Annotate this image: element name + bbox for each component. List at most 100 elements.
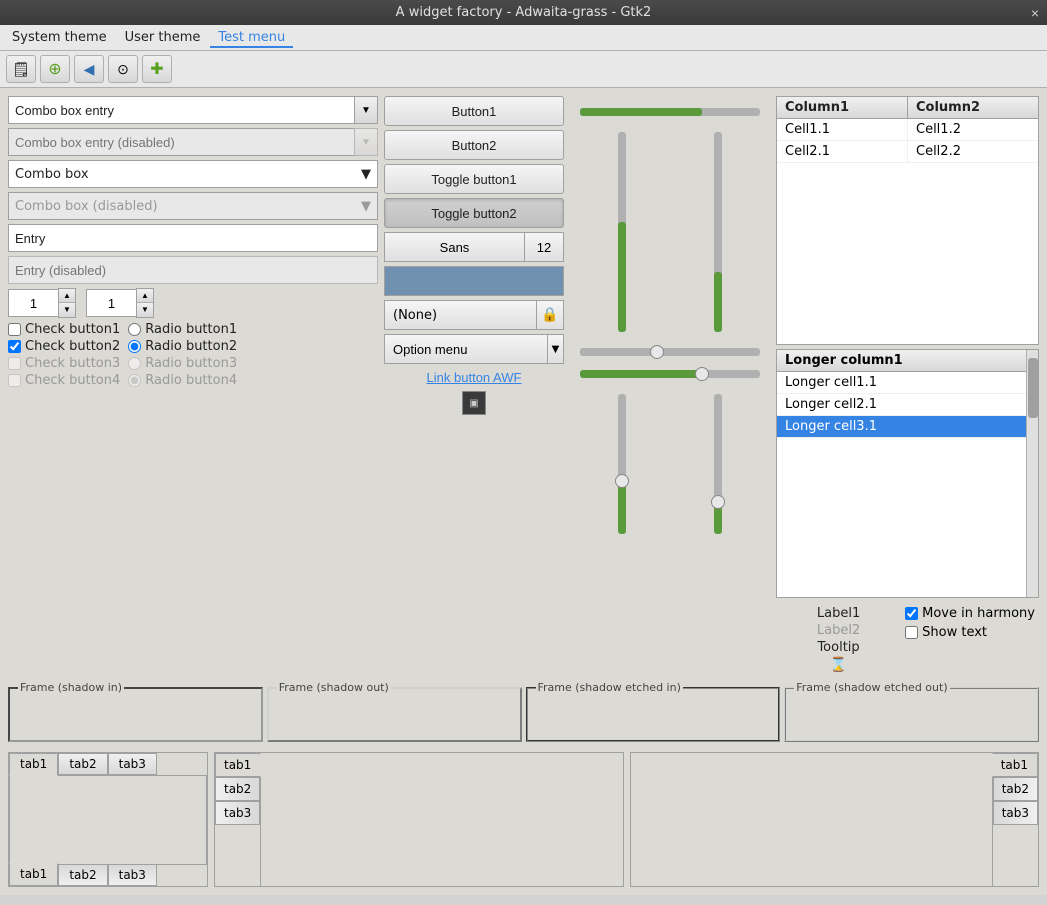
spinner-1-up[interactable]: ▲ [59,289,75,303]
toolbar-btn-5[interactable]: ✚ [142,55,172,83]
tab-widget-1-bot-tab2[interactable]: tab2 [58,864,107,886]
v-slider-2-fill [714,272,722,332]
h-slider-2-track[interactable] [580,348,760,356]
tab-widget-3-tab3[interactable]: tab3 [993,801,1038,825]
menu-user-theme[interactable]: User theme [117,27,209,48]
close-button[interactable]: × [1031,6,1039,20]
entry-input[interactable] [8,224,378,252]
tab-widget-1-tab2[interactable]: tab2 [58,753,107,775]
tab-widget-2-tab1[interactable]: tab1 [215,753,261,777]
tree-col-header-2[interactable]: Column2 [908,97,1038,118]
show-text-label[interactable]: Show text [905,625,1035,640]
tree-view-2-header[interactable]: Longer column1 [777,350,1026,372]
toolbar-btn-1[interactable]: 🗒 [6,55,36,83]
tree-cell-1-1: Cell1.1 [777,119,908,140]
combo-box-2-disabled: Combo box (disabled) ▼ [8,192,378,220]
tree-row-2[interactable]: Cell2.1 Cell2.2 [777,141,1038,163]
radio-button-1[interactable] [128,323,141,336]
tab-widget-3-tab2[interactable]: tab2 [993,777,1038,801]
menubar: System theme User theme Test menu [0,25,1047,51]
radio-button-2-label[interactable]: Radio button2 [128,339,237,354]
check-button-2-label[interactable]: Check button2 [8,339,120,354]
scrollbar-thumb[interactable] [1028,358,1038,418]
tab-widget-1-tab3[interactable]: tab3 [108,753,157,775]
check-button-1-label[interactable]: Check button1 [8,322,120,337]
spinner-2-down[interactable]: ▼ [137,303,153,317]
tab-widget-3-content [631,753,992,886]
v-slider-1-fill [618,222,626,332]
font-name-button[interactable]: Sans [384,232,524,262]
frame-shadow-in-label: Frame (shadow in) [18,681,124,694]
menu-test-menu[interactable]: Test menu [210,27,293,48]
tab-widget-1-tab1[interactable]: tab1 [9,753,58,776]
tab-widget-1-top-bar: tab1 tab2 tab3 [9,753,207,775]
combo-box-entry-input[interactable] [8,96,354,124]
spinner-1-down[interactable]: ▼ [59,303,75,317]
radio-button-2[interactable] [128,340,141,353]
show-text-checkbox[interactable] [905,626,918,639]
combo-lock-icon[interactable]: 🔒 [536,300,564,330]
small-icon-button[interactable]: ▣ [462,391,486,415]
tree-view-2-row-3[interactable]: Longer cell3.1 [777,416,1026,438]
spinner-1-input[interactable] [8,289,58,317]
combo-none-label[interactable]: (None) [384,300,536,330]
option-menu-button[interactable]: Option menu [384,334,548,364]
button-2[interactable]: Button2 [384,130,564,160]
v-slider-4-track[interactable] [714,394,722,534]
tab-widget-1-bot-tab3[interactable]: tab3 [108,864,157,886]
top-section: ▼ ▼ Combo box ▼ Combo box (disabled) ▼ [8,96,1039,677]
spinner-2-up[interactable]: ▲ [137,289,153,303]
v-slider-1-track[interactable] [618,132,626,332]
check-button-2[interactable] [8,340,21,353]
combo-with-icon: (None) 🔒 [384,300,564,330]
h-slider-3-track[interactable] [580,370,760,378]
font-size-button[interactable]: 12 [524,232,564,262]
option-menu-arrow[interactable]: ▼ [548,334,564,364]
tab-widget-1-bottom-bar: tab1 tab2 tab3 [9,864,207,886]
menu-system-theme[interactable]: System theme [4,27,115,48]
spinner-2: ▲ ▼ [86,288,154,318]
tab-widget-2-tab3[interactable]: tab3 [215,801,260,825]
v-slider-3-thumb[interactable] [615,474,629,488]
h-slider-2-thumb[interactable] [650,345,664,359]
radio-button-1-label[interactable]: Radio button1 [128,322,237,337]
move-harmony-checkbox[interactable] [905,607,918,620]
check-button-1[interactable] [8,323,21,336]
check-button-3 [8,357,21,370]
tab-widget-1-bot-tab1[interactable]: tab1 [9,863,58,886]
v-slider-2-track[interactable] [714,132,722,332]
clipboard-icon: 🗒 [12,61,30,78]
tree-view-1-header: Column1 Column2 [777,97,1038,119]
frame-shadow-in: Frame (shadow in) [8,687,263,742]
combo-box-1[interactable]: Combo box ▼ [8,160,378,188]
font-selector: Sans 12 [384,232,564,262]
toolbar-btn-3[interactable]: ◀ [74,55,104,83]
tree-col-header-1[interactable]: Column1 [777,97,908,118]
v-slider-4-thumb[interactable] [711,495,725,509]
labels-area: Label1 Label2 Tooltip ⌛ [776,602,901,677]
tree-view-2-row-2[interactable]: Longer cell2.1 [777,394,1026,416]
tree-view-2-row-1[interactable]: Longer cell1.1 [777,372,1026,394]
h-slider-3-thumb[interactable] [695,367,709,381]
scrollbar-v[interactable] [1026,350,1038,597]
toggle-button-2[interactable]: Toggle button2 [384,198,564,228]
color-button[interactable] [384,266,564,296]
link-button[interactable]: Link button AWF [384,368,564,387]
spinner-2-buttons: ▲ ▼ [136,288,154,318]
tab-widget-2-tab2[interactable]: tab2 [215,777,260,801]
v-slider-3-track[interactable] [618,394,626,534]
tree-row-1[interactable]: Cell1.1 Cell1.2 [777,119,1038,141]
toggle-button-1[interactable]: Toggle button1 [384,164,564,194]
toolbar-btn-4[interactable]: ⊙ [108,55,138,83]
combo-entry-dropdown-btn[interactable]: ▼ [354,96,378,124]
tab-widget-3-tab1[interactable]: tab1 [992,753,1038,777]
spinner-2-input[interactable] [86,289,136,317]
move-harmony-label[interactable]: Move in harmony [905,606,1035,621]
button-1[interactable]: Button1 [384,96,564,126]
tree-cell-2-1: Cell2.1 [777,141,908,162]
h-slider-1-track[interactable] [580,108,760,116]
toolbar-btn-2[interactable]: ⊕ [40,55,70,83]
frame-etched-out-label: Frame (shadow etched out) [794,681,949,694]
spinner-1: ▲ ▼ [8,288,76,318]
small-icon: ▣ [469,398,478,409]
